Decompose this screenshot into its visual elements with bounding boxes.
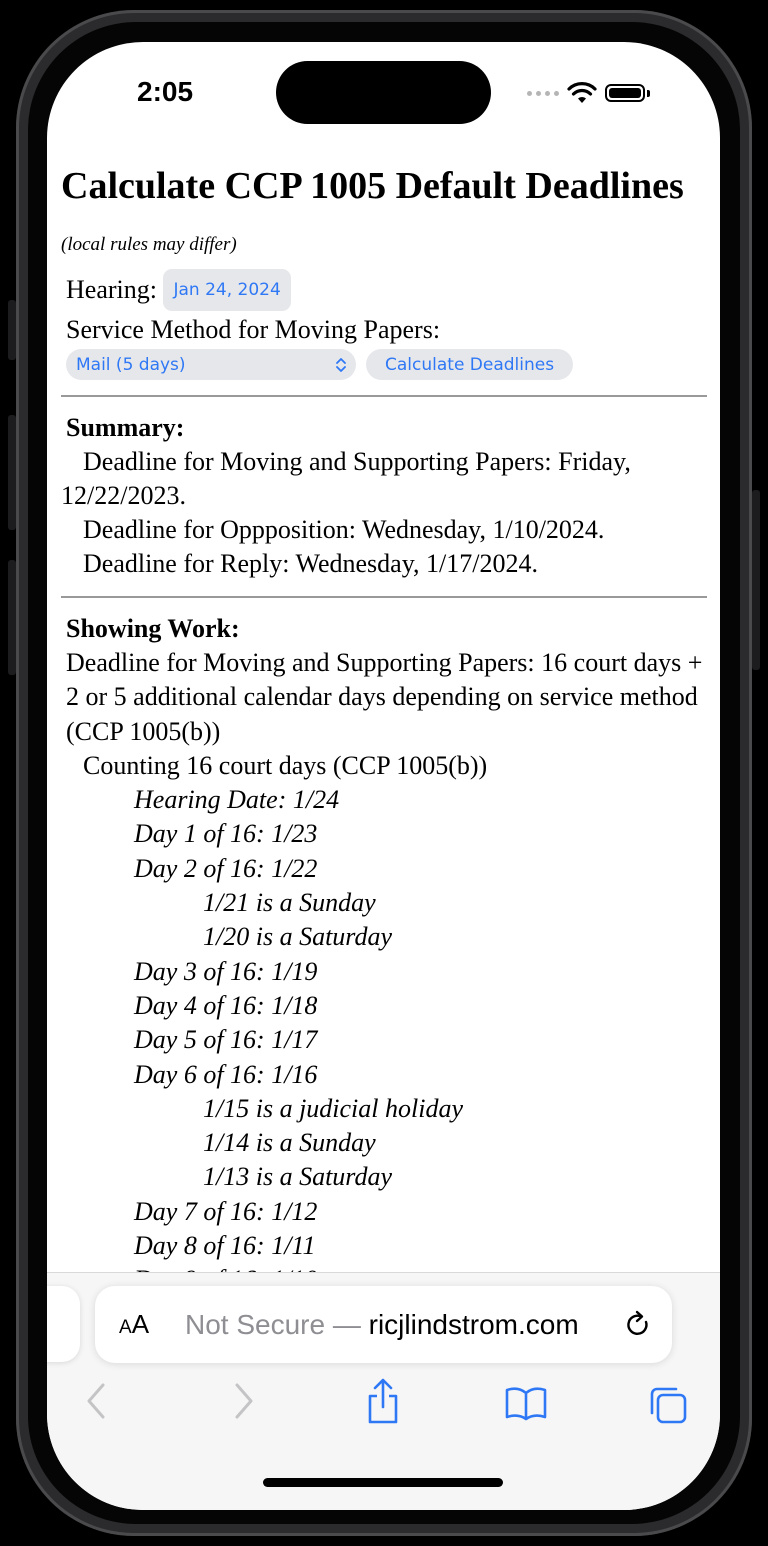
work-line: 1/15 is a judicial holiday — [203, 1093, 463, 1123]
work-line: Day 8 of 16: 1/11 — [134, 1231, 316, 1261]
status-icons — [527, 78, 650, 108]
work-title: Showing Work: — [66, 614, 240, 643]
home-indicator[interactable] — [263, 1478, 503, 1487]
not-secure-label: Not Secure — — [185, 1308, 369, 1340]
summary-line: Deadline for Reply: Wednesday, 1/17/2024… — [83, 549, 538, 578]
summary-line: Deadline for Oppposition: Wednesday, 1/1… — [83, 515, 605, 544]
work-line: Day 1 of 16: 1/23 — [134, 819, 318, 849]
service-method-label: Service Method for Moving Papers: — [66, 315, 441, 344]
side-button — [752, 490, 760, 670]
reload-icon[interactable] — [624, 1310, 652, 1340]
tabs-icon[interactable] — [648, 1385, 688, 1425]
wifi-icon — [567, 82, 597, 103]
work-lines: Deadline for Moving and Supporting Paper… — [61, 646, 707, 1298]
summary-title: Summary: — [66, 413, 185, 442]
screen: 2:05 Calculate CCP 1005 Default Deadline… — [47, 42, 720, 1510]
status-time: 2:05 — [137, 76, 194, 107]
share-icon[interactable] — [365, 1377, 401, 1425]
page-content: Calculate CCP 1005 Default Deadlines (lo… — [61, 160, 707, 1298]
work-line: 1/20 is a Saturday — [203, 922, 392, 952]
battery-nub — [647, 89, 650, 97]
page-title: Calculate CCP 1005 Default Deadlines (lo… — [61, 160, 707, 271]
page-title-main: Calculate CCP 1005 Default Deadlines — [61, 165, 684, 207]
side-button — [8, 300, 16, 360]
work-line: Day 2 of 16: 1/22 — [134, 853, 318, 883]
summary-line: Deadline for Moving and Supporting Paper… — [61, 447, 631, 510]
divider — [61, 596, 707, 598]
work-line: Day 7 of 16: 1/12 — [134, 1196, 318, 1226]
work-line: 1/14 is a Sunday — [203, 1128, 376, 1158]
work-line: Day 6 of 16: 1/16 — [134, 1059, 318, 1089]
url-domain: ricjlindstrom.com — [368, 1308, 579, 1340]
address-bar[interactable]: AA Not Secure — ricjlindstrom.com — [95, 1286, 672, 1363]
service-controls: Mail (5 days) Calculate Deadlines — [66, 349, 707, 380]
service-method-value: Mail (5 days) — [76, 354, 186, 375]
hearing-label: Hearing: — [66, 274, 157, 304]
work-line: Day 3 of 16: 1/19 — [134, 956, 318, 986]
work-line: 1/21 is a Sunday — [203, 888, 376, 918]
divider — [61, 395, 707, 397]
previous-tab-peek[interactable] — [47, 1286, 80, 1362]
service-method-select[interactable]: Mail (5 days) — [66, 349, 356, 380]
chevron-left-icon[interactable] — [85, 1381, 109, 1421]
work-line: Hearing Date: 1/24 — [134, 785, 340, 815]
browser-toolbar: AA Not Secure — ricjlindstrom.com — [47, 1272, 720, 1510]
work-line: 1/13 is a Saturday — [203, 1162, 392, 1192]
work-line: Counting 16 court days (CCP 1005(b)) — [83, 750, 488, 780]
chevron-right-icon[interactable] — [231, 1381, 255, 1421]
page-title-note: (local rules may differ) — [61, 234, 237, 255]
hearing-date-input[interactable]: Jan 24, 2024 — [163, 269, 291, 311]
side-button — [8, 560, 16, 675]
calculate-deadlines-button[interactable]: Calculate Deadlines — [366, 349, 574, 380]
hearing-row: Hearing: Jan 24, 2024 — [66, 269, 707, 313]
work-line: Deadline for Moving and Supporting Paper… — [66, 648, 703, 746]
chevron-updown-icon — [336, 357, 346, 373]
url-text: Not Secure — ricjlindstrom.com — [185, 1309, 579, 1341]
work-line: Day 5 of 16: 1/17 — [134, 1025, 318, 1055]
book-icon[interactable] — [504, 1385, 548, 1421]
dynamic-island — [276, 61, 491, 124]
battery-icon — [605, 84, 645, 102]
reader-settings-button[interactable]: AA — [119, 1309, 165, 1340]
work-line: Day 4 of 16: 1/18 — [134, 990, 318, 1020]
side-button — [8, 415, 16, 530]
signal-icon — [527, 90, 559, 96]
